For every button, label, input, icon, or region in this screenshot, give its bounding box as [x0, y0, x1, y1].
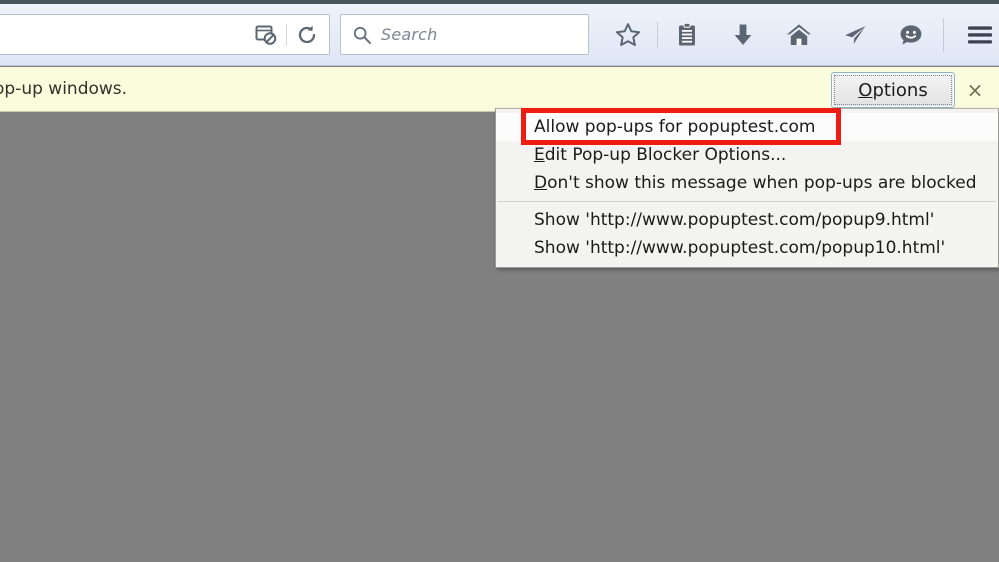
menu-item-accel: E — [534, 145, 545, 165]
options-accel-key: O — [858, 79, 873, 101]
send-tab-icon[interactable] — [827, 13, 883, 57]
address-bar-actions — [246, 16, 327, 54]
star-icon[interactable] — [600, 13, 656, 57]
hello-icon[interactable] — [883, 13, 939, 57]
download-icon[interactable] — [715, 13, 771, 57]
menu-item-show-popup9[interactable]: Show 'http://www.popuptest.com/popup9.ht… — [496, 206, 998, 234]
menu-item-label: Show 'http://www.popuptest.com/popup9.ht… — [534, 210, 935, 230]
toolbar-divider — [657, 22, 658, 48]
menu-item-allow-popups[interactable]: Allow pop-ups for popuptest.com — [496, 113, 998, 141]
hamburger-menu-icon[interactable] — [952, 13, 999, 57]
toolbar-button-group — [600, 13, 999, 57]
menu-item-label: dit Pop-up Blocker Options... — [544, 145, 787, 165]
home-icon[interactable] — [771, 13, 827, 57]
navigation-toolbar: Search — [0, 4, 999, 66]
search-input[interactable]: Search — [340, 14, 589, 55]
options-button-label: Options — [858, 80, 927, 101]
options-button[interactable]: Options — [831, 72, 955, 108]
menu-separator — [498, 201, 996, 202]
menu-item-label: Allow pop-ups for popuptest.com — [534, 117, 816, 137]
close-icon[interactable]: × — [962, 77, 988, 103]
popup-blocked-notification-bar: op-up windows. Options × — [0, 67, 999, 112]
popup-blocked-icon[interactable] — [246, 16, 286, 54]
menu-item-label: Show 'http://www.popuptest.com/popup10.h… — [534, 238, 946, 258]
notification-message: op-up windows. — [0, 79, 128, 99]
popup-blocker-options-menu: Allow pop-ups for popuptest.com Edit Pop… — [495, 108, 999, 268]
library-icon[interactable] — [659, 13, 715, 57]
menu-item-label: on't show this message when pop-ups are … — [547, 173, 977, 193]
reload-icon[interactable] — [287, 16, 327, 54]
browser-window: Search op-up windows. Options × Allow po… — [0, 0, 999, 562]
menu-item-dont-show-message[interactable]: Don't show this message when pop-ups are… — [496, 169, 998, 197]
menu-item-edit-popup-blocker-options[interactable]: Edit Pop-up Blocker Options... — [496, 141, 998, 169]
menu-item-show-popup10[interactable]: Show 'http://www.popuptest.com/popup10.h… — [496, 234, 998, 262]
search-icon — [352, 25, 372, 45]
toolbar-divider — [943, 18, 944, 52]
address-bar[interactable] — [0, 14, 330, 55]
menu-item-accel: D — [534, 173, 548, 193]
options-label-rest: ptions — [872, 79, 928, 101]
search-placeholder-text: Search — [381, 25, 438, 44]
